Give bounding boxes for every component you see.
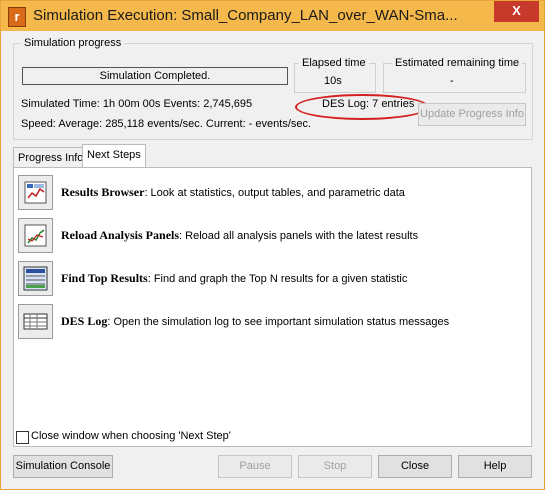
results-browser-desc: : Look at statistics, output tables, and… — [144, 187, 405, 199]
app-logo-icon: r — [8, 7, 26, 27]
window-title: Simulation Execution: Small_Company_LAN_… — [33, 7, 458, 24]
pause-button[interactable]: Pause — [218, 455, 292, 478]
update-progress-info-button[interactable]: Update Progress Info — [418, 103, 526, 126]
des-log-highlight-ellipse — [295, 94, 429, 120]
remaining-time-value: - — [450, 75, 454, 87]
tab-progress-info[interactable]: Progress Info — [13, 147, 89, 168]
find-top-results-name: Find Top Results — [61, 271, 148, 285]
elapsed-time-label: Elapsed time — [299, 57, 369, 69]
speed-text: Speed: Average: 285,118 events/sec. Curr… — [21, 118, 312, 130]
results-browser-name: Results Browser — [61, 185, 145, 199]
find-top-results-icon — [23, 266, 48, 291]
reload-analysis-panels-desc: : Reload all analysis panels with the la… — [179, 230, 419, 242]
results-browser-icon — [24, 181, 47, 204]
simulation-execution-window: r Simulation Execution: Small_Company_LA… — [0, 0, 545, 490]
elapsed-time-value: 10s — [324, 75, 342, 87]
close-window-button[interactable]: X — [494, 1, 539, 22]
close-button[interactable]: Close — [378, 455, 452, 478]
reload-analysis-icon — [24, 224, 47, 247]
close-window-checkbox[interactable] — [16, 431, 29, 444]
title-bar[interactable]: r Simulation Execution: Small_Company_LA… — [1, 1, 544, 31]
des-log-text: DES Log: Open the simulation log to see … — [61, 314, 449, 329]
simulation-console-button[interactable]: Simulation Console — [13, 455, 113, 478]
results-browser-button[interactable] — [18, 175, 53, 210]
des-log-name: DES Log — [61, 314, 108, 328]
stop-button[interactable]: Stop — [298, 455, 372, 478]
help-button[interactable]: Help — [458, 455, 532, 478]
find-top-results-text: Find Top Results: Find and graph the Top… — [61, 271, 407, 286]
reload-analysis-panels-name: Reload Analysis Panels — [61, 228, 180, 242]
close-window-checkbox-label: Close window when choosing 'Next Step' — [31, 430, 231, 442]
tab-next-steps[interactable]: Next Steps — [82, 144, 146, 169]
reload-analysis-panels-text: Reload Analysis Panels: Reload all analy… — [61, 228, 418, 243]
simulated-time-text: Simulated Time: 1h 00m 00s Events: 2,745… — [21, 98, 253, 110]
simulation-status-box: Simulation Completed. — [22, 67, 288, 85]
find-top-results-button[interactable] — [18, 261, 53, 296]
reload-analysis-panels-button[interactable] — [18, 218, 53, 253]
des-log-desc: : Open the simulation log to see importa… — [107, 316, 450, 328]
find-top-results-desc: : Find and graph the Top N results for a… — [147, 273, 408, 285]
des-log-icon — [23, 313, 48, 330]
des-log-button[interactable] — [18, 304, 53, 339]
remaining-time-label: Estimated remaining time — [392, 57, 523, 69]
results-browser-text: Results Browser: Look at statistics, out… — [61, 185, 405, 200]
simulation-progress-label: Simulation progress — [21, 37, 125, 49]
next-steps-panel: Results Browser: Look at statistics, out… — [13, 167, 532, 447]
